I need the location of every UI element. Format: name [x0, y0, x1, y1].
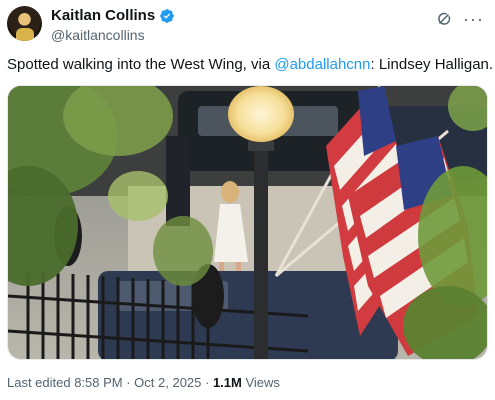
author-handle[interactable]: @kaitlancollins — [51, 26, 175, 44]
avatar[interactable] — [7, 6, 42, 41]
verified-badge-icon — [160, 9, 175, 23]
tweet-meta: Last edited 8:58 PM · Oct 2, 2025 · 1.1M… — [7, 375, 280, 391]
grok-icon[interactable] — [435, 10, 453, 28]
author-block: Kaitlan Collins @kaitlancollins — [51, 7, 175, 44]
tweet-text-after: : Lindsey Halligan. — [370, 56, 494, 73]
tweet-actions: ··· — [435, 10, 484, 28]
tweet-header: Kaitlan Collins @kaitlancollins ··· — [7, 6, 488, 46]
tweet-text: Spotted walking into the West Wing, via … — [7, 55, 493, 75]
views-label: Views — [241, 375, 280, 390]
author-display-name[interactable]: Kaitlan Collins — [51, 7, 155, 25]
tweet-photo[interactable] — [7, 85, 488, 360]
views-count: 1.1M — [212, 375, 242, 390]
edited-timestamp[interactable]: Last edited 8:58 PM · Oct 2, 2025 · — [7, 375, 213, 390]
photo-scene — [8, 86, 487, 359]
tweet-text-before: Spotted walking into the West Wing, via — [7, 56, 275, 73]
more-icon[interactable]: ··· — [463, 10, 484, 28]
mention-link[interactable]: @abdallahcnn — [274, 56, 370, 73]
